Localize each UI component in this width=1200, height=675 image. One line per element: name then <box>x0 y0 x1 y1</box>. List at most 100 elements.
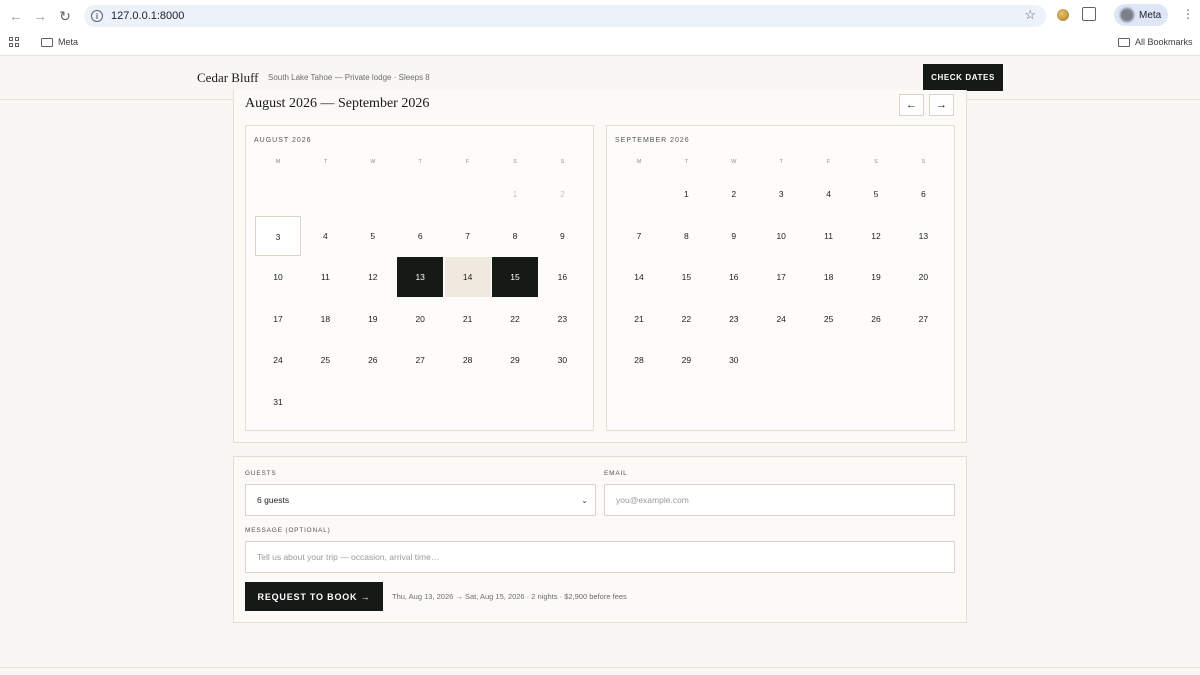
calendar-day[interactable]: 31 <box>255 382 301 422</box>
calendar-day[interactable]: 9 <box>711 216 757 256</box>
prev-month-button[interactable]: ← <box>899 94 924 116</box>
browser-menu-icon[interactable]: ⋮ <box>1182 8 1194 20</box>
guests-label: GUESTS <box>245 470 277 477</box>
weekday-header: M <box>636 159 642 165</box>
weekday-header: T <box>779 159 783 165</box>
check-dates-button[interactable]: CHECK DATES <box>923 64 1003 91</box>
calendar-day[interactable]: 19 <box>853 257 899 297</box>
calendar-day[interactable]: 17 <box>255 299 301 339</box>
calendar-day[interactable]: 7 <box>445 216 491 256</box>
calendar-day[interactable]: 9 <box>539 216 585 256</box>
calendar-day[interactable]: 23 <box>539 299 585 339</box>
calendar-day[interactable]: 26 <box>853 299 899 339</box>
calendar-day[interactable]: 21 <box>616 299 662 339</box>
calendar-day[interactable]: 17 <box>758 257 804 297</box>
calendar-day[interactable]: 25 <box>806 299 852 339</box>
calendar-day[interactable]: 1 <box>663 174 709 214</box>
email-field[interactable]: you@example.com <box>604 484 955 516</box>
calendar-day[interactable]: 16 <box>711 257 757 297</box>
back-icon[interactable]: ← <box>5 6 27 26</box>
browser-chrome: ← → ↻ i 127.0.0.1:8000 ☆ Meta ⋮ Meta All… <box>0 0 1200 56</box>
calendar-day[interactable]: 15 <box>663 257 709 297</box>
calendar-day[interactable]: 22 <box>663 299 709 339</box>
calendar-day[interactable]: 13 <box>397 257 444 297</box>
calendar-day[interactable]: 5 <box>350 216 396 256</box>
calendar-day[interactable]: 4 <box>806 174 852 214</box>
calendar-day[interactable]: 7 <box>616 216 662 256</box>
folder-icon <box>1118 37 1130 47</box>
calendar-day[interactable]: 30 <box>539 340 585 380</box>
request-to-book-button[interactable]: REQUEST TO BOOK → <box>245 582 383 611</box>
calendar-day[interactable]: 12 <box>350 257 396 297</box>
calendar-day[interactable]: 10 <box>758 216 804 256</box>
bookmark-folder-label: Meta <box>58 37 79 47</box>
calendar-day[interactable]: 12 <box>853 216 899 256</box>
calendar-day[interactable]: 20 <box>397 299 443 339</box>
calendar-day[interactable]: 27 <box>900 299 946 339</box>
calendar-day[interactable]: 22 <box>492 299 538 339</box>
calendar-day[interactable]: 29 <box>663 340 709 380</box>
calendar-day[interactable]: 24 <box>255 340 301 380</box>
calendar-day[interactable]: 26 <box>350 340 396 380</box>
calendar-day[interactable]: 13 <box>900 216 946 256</box>
calendar-day[interactable]: 28 <box>445 340 491 380</box>
calendar-day[interactable]: 8 <box>663 216 709 256</box>
calendar-day[interactable]: 27 <box>397 340 443 380</box>
calendar-day[interactable]: 10 <box>255 257 301 297</box>
calendar-day[interactable]: 11 <box>806 216 852 256</box>
weekday-header: F <box>465 159 470 165</box>
site-info-icon[interactable]: i <box>91 10 103 22</box>
weekday-header: S <box>513 159 517 165</box>
calendar-range-title: August 2026 — September 2026 <box>245 96 430 111</box>
calendar-day[interactable]: 18 <box>806 257 852 297</box>
guests-select[interactable]: 6 guests ⌄ <box>245 484 596 516</box>
calendar-day[interactable]: 29 <box>492 340 538 380</box>
apps-button[interactable] <box>9 33 19 51</box>
reload-icon[interactable]: ↻ <box>54 6 76 26</box>
calendar-day[interactable]: 11 <box>302 257 348 297</box>
calendar-day[interactable]: 28 <box>616 340 662 380</box>
bookmark-star-icon[interactable]: ☆ <box>1024 7 1036 23</box>
calendar-day: 1 <box>512 189 518 199</box>
bookmark-folder-meta[interactable]: Meta <box>41 33 78 51</box>
calendar-day[interactable]: 6 <box>900 174 946 214</box>
calendar-day[interactable]: 30 <box>711 340 757 380</box>
calendar-day[interactable]: 24 <box>758 299 804 339</box>
calendar-day[interactable]: 25 <box>302 340 348 380</box>
email-label: EMAIL <box>604 470 628 477</box>
weekday-header: S <box>874 159 878 165</box>
next-month-button[interactable]: → <box>929 94 954 116</box>
calendar-day[interactable]: 15 <box>492 257 538 297</box>
month-september: SEPTEMBER 2026 M T W T F S S 1 2 3 4 5 6 7 8 9 10 11 12 13 1… <box>606 125 955 431</box>
calendar-day[interactable]: 23 <box>711 299 757 339</box>
message-field[interactable]: Tell us about your trip — occasion, arri… <box>245 541 955 573</box>
extension-icon[interactable] <box>1057 9 1069 21</box>
calendar-day[interactable]: 14 <box>616 257 662 297</box>
calendar-day[interactable]: 5 <box>853 174 899 214</box>
calendar-day[interactable]: 21 <box>445 299 491 339</box>
calendar-day[interactable]: 16 <box>539 257 585 297</box>
calendar-day: 2 <box>560 189 565 199</box>
calendar-day[interactable]: 3 <box>758 174 804 214</box>
forward-icon[interactable]: → <box>29 6 51 26</box>
calendar-day[interactable]: 4 <box>302 216 348 256</box>
booking-summary: Thu, Aug 13, 2026 → Sat, Aug 15, 2026 · … <box>392 592 627 601</box>
brand-name[interactable]: Cedar Bluff <box>197 70 259 86</box>
calendar-day[interactable]: 18 <box>302 299 348 339</box>
message-label: MESSAGE (OPTIONAL) <box>245 527 331 534</box>
weekday-header: T <box>418 159 422 165</box>
calendar-day[interactable]: 8 <box>492 216 538 256</box>
address-bar[interactable]: i 127.0.0.1:8000 ☆ <box>84 5 1046 27</box>
weekday-header: W <box>731 159 737 165</box>
apps-grid-icon <box>9 37 19 47</box>
profile-button[interactable]: Meta <box>1114 4 1168 26</box>
page-divider <box>0 667 1200 668</box>
calendar-day[interactable]: 14 <box>444 257 491 297</box>
all-bookmarks-button[interactable]: All Bookmarks <box>1118 33 1193 51</box>
extensions-puzzle-icon[interactable] <box>1082 7 1096 21</box>
calendar-day[interactable]: 20 <box>900 257 946 297</box>
calendar-day[interactable]: 6 <box>397 216 443 256</box>
calendar-day[interactable]: 19 <box>350 299 396 339</box>
calendar-day[interactable]: 3 <box>255 215 301 256</box>
calendar-day[interactable]: 2 <box>711 174 757 214</box>
